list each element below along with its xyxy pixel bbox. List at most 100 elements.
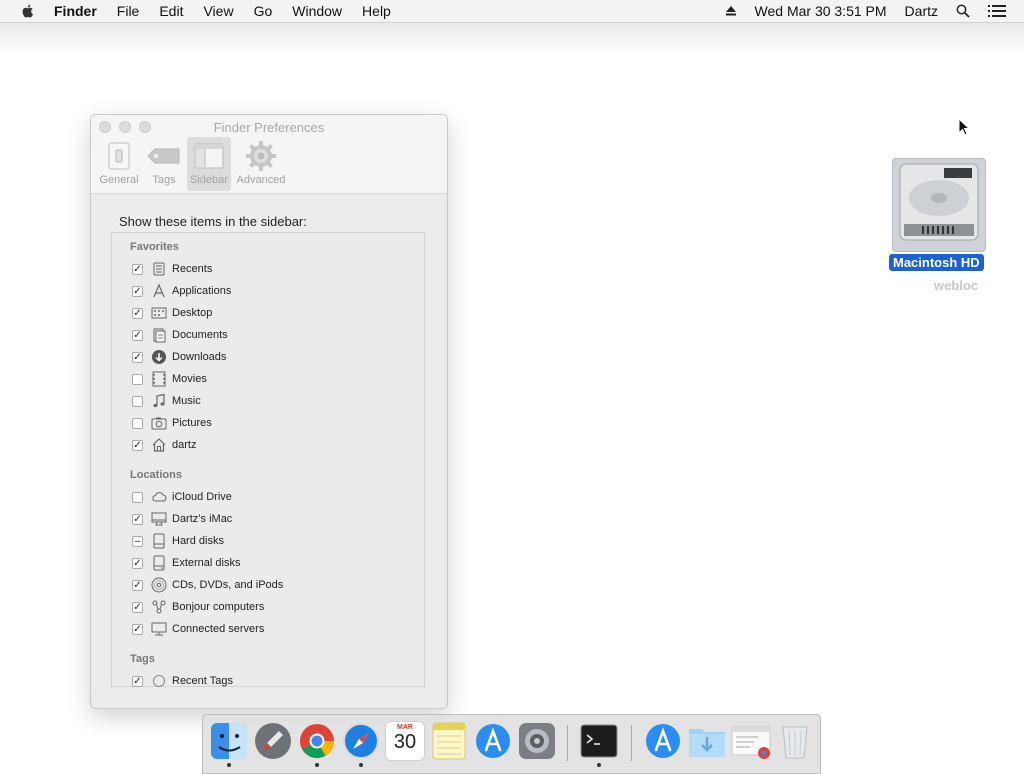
spotlight-search-icon[interactable]: [956, 4, 970, 18]
calendar-icon[interactable]: MAR 30: [385, 721, 425, 761]
tag-circle-icon: [151, 673, 167, 689]
sidebar-option-row[interactable]: ✓ Dartz’s iMac: [132, 508, 232, 530]
sidebar-option-row[interactable]: iCloud Drive: [132, 486, 232, 508]
menu-user[interactable]: Dartz: [905, 3, 938, 19]
tab-advanced-label: Advanced: [236, 174, 286, 186]
music-icon: [151, 393, 167, 409]
sidebar-option-row[interactable]: Pictures: [132, 412, 212, 434]
macintosh-hd-label[interactable]: Macintosh HD: [889, 254, 984, 271]
sidebar-icon: [194, 143, 224, 169]
sidebar-option-row[interactable]: ✓ Recents: [132, 258, 212, 280]
chrome-icon[interactable]: [297, 721, 337, 761]
terminal-icon[interactable]: [579, 721, 619, 761]
sidebar-option-row[interactable]: Movies: [132, 368, 207, 390]
window-titlebar[interactable]: Finder Preferences General Tags Sidebar …: [91, 115, 447, 194]
menu-finder[interactable]: Finder: [54, 3, 97, 19]
status-area: Wed Mar 30 3:51 PM Dartz: [725, 0, 1024, 22]
menu-window[interactable]: Window: [292, 3, 342, 19]
menu-edit[interactable]: Edit: [159, 3, 183, 19]
tag-icon: [147, 148, 180, 164]
sidebar-option-row[interactable]: Music: [132, 390, 201, 412]
sidebar-option-label: Dartz’s iMac: [172, 513, 233, 525]
tab-general[interactable]: General: [97, 137, 141, 191]
launchpad-icon[interactable]: [253, 721, 293, 761]
menu-go[interactable]: Go: [254, 3, 273, 19]
hard-drive-icon: [899, 163, 979, 241]
sidebar-option-row[interactable]: ✓ Connected servers: [132, 618, 264, 640]
section-header-tags: Tags: [130, 653, 155, 665]
pictures-icon: [151, 415, 167, 431]
trash-icon[interactable]: [775, 721, 815, 761]
sidebar-option-row[interactable]: ✓ Documents: [132, 324, 228, 346]
checkbox[interactable]: ✓: [132, 513, 143, 525]
finder-running-dot: [227, 763, 231, 767]
sidebar-option-label: Music: [172, 395, 201, 407]
checkbox[interactable]: ✓: [132, 351, 143, 363]
sidebar-option-label: Recents: [172, 263, 213, 275]
sidebar-option-label: Connected servers: [172, 623, 265, 635]
chrome-running-dot: [315, 763, 319, 767]
notes-icon[interactable]: [429, 721, 469, 761]
sidebar-option-label: CDs, DVDs, and iPods: [172, 579, 284, 591]
tab-sidebar-label: Sidebar: [190, 174, 228, 186]
desktop-background: [0, 23, 1024, 55]
checkbox[interactable]: ✓: [132, 675, 143, 687]
sidebar-option-label: Movies: [172, 373, 207, 385]
checkbox[interactable]: ✓: [132, 439, 143, 451]
sidebar-option-label: Downloads: [172, 351, 227, 363]
preferences-toolbar: General Tags Sidebar Advanced: [97, 137, 291, 191]
checkbox[interactable]: [132, 417, 143, 429]
notification-center-icon[interactable]: [988, 4, 1006, 18]
dock-separator: [631, 725, 632, 761]
downloads-folder-icon[interactable]: [687, 721, 727, 761]
sidebar-option-row[interactable]: ✓ Bonjour computers: [132, 596, 264, 618]
safari-icon[interactable]: [341, 721, 381, 761]
menu-help[interactable]: Help: [362, 3, 391, 19]
sidebar-option-row[interactable]: – Hard disks: [132, 530, 224, 552]
tab-sidebar[interactable]: Sidebar: [187, 137, 231, 191]
checkbox[interactable]: ✓: [132, 285, 143, 297]
checkbox[interactable]: ✓: [132, 557, 143, 569]
sidebar-option-label: Bonjour computers: [172, 601, 265, 613]
tab-tags[interactable]: Tags: [142, 137, 186, 191]
checkbox[interactable]: ✓: [132, 307, 143, 319]
checkbox[interactable]: ✓: [132, 601, 143, 613]
sidebar-option-row[interactable]: ✓ Downloads: [132, 346, 226, 368]
checkbox[interactable]: [132, 491, 143, 503]
webloc-file-label[interactable]: webloc: [934, 278, 978, 293]
bonjour-icon: [151, 599, 167, 615]
sidebar-option-row[interactable]: ✓ Recent Tags: [132, 670, 233, 692]
menu-view[interactable]: View: [203, 3, 233, 19]
checkbox[interactable]: ✓: [132, 329, 143, 341]
sidebar-option-row[interactable]: ✓ Applications: [132, 280, 231, 302]
system-preferences-icon[interactable]: [517, 721, 557, 761]
checkbox[interactable]: [132, 395, 143, 407]
webloc-document-icon[interactable]: [731, 721, 771, 761]
checkbox[interactable]: ✓: [132, 623, 143, 635]
sidebar-option-row[interactable]: ✓ dartz: [132, 434, 196, 456]
checkbox[interactable]: ✓: [132, 263, 143, 275]
macintosh-hd-icon[interactable]: [892, 158, 986, 252]
sidebar-option-label: Applications: [172, 285, 232, 297]
app-store-icon[interactable]: [473, 721, 513, 761]
downloads-icon: [151, 349, 167, 365]
eject-icon[interactable]: [725, 5, 737, 17]
sidebar-option-row[interactable]: ✓ Desktop: [132, 302, 212, 324]
calendar-month: MAR: [397, 724, 413, 731]
apple-menu-icon[interactable]: [20, 3, 36, 19]
sidebar-option-row[interactable]: ✓ CDs, DVDs, and iPods: [132, 574, 283, 596]
menu-clock[interactable]: Wed Mar 30 3:51 PM: [755, 3, 887, 19]
applications-folder-icon[interactable]: [643, 721, 683, 761]
checkbox[interactable]: [132, 373, 143, 385]
cloud-icon: [151, 489, 167, 505]
gear-icon: [246, 141, 276, 171]
menu-file[interactable]: File: [117, 3, 140, 19]
sidebar-option-label: dartz: [172, 439, 197, 451]
server-icon: [151, 621, 167, 637]
tab-advanced[interactable]: Advanced: [232, 137, 290, 191]
finder-icon[interactable]: [209, 721, 249, 761]
sidebar-option-row[interactable]: ✓ External disks: [132, 552, 240, 574]
checkbox[interactable]: –: [132, 535, 143, 547]
checkbox[interactable]: ✓: [132, 579, 143, 591]
sidebar-option-label: iCloud Drive: [172, 491, 232, 503]
